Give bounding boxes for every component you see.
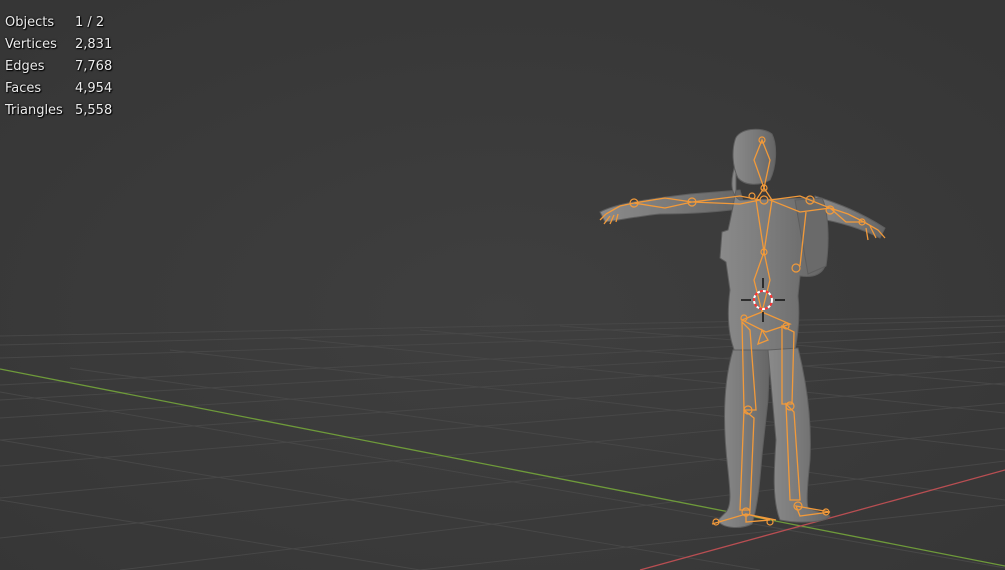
3d-viewport[interactable]: Objects 1 / 2 Vertices 2,831 Edges 7,768…	[0, 0, 1005, 570]
stat-label: Faces	[5, 81, 42, 96]
stat-label: Objects	[5, 15, 55, 30]
stat-value: 1 / 2	[75, 15, 105, 30]
stat-row-edges: Edges 7,768	[5, 56, 112, 78]
stat-row-objects: Objects 1 / 2	[5, 12, 112, 34]
stat-value: 7,768	[75, 59, 113, 74]
stat-row-vertices: Vertices 2,831	[5, 34, 112, 56]
stat-label: Triangles	[5, 103, 63, 118]
stat-row-faces: Faces 4,954	[5, 78, 112, 100]
stat-value: 5,558	[75, 103, 113, 118]
stat-label: Edges	[5, 59, 45, 74]
stat-value: 2,831	[75, 37, 113, 52]
viewport-background	[0, 0, 1005, 570]
stat-label: Vertices	[5, 37, 57, 52]
viewport-scene[interactable]	[0, 0, 1005, 570]
scene-statistics-overlay: Objects 1 / 2 Vertices 2,831 Edges 7,768…	[5, 12, 112, 122]
stat-value: 4,954	[75, 81, 113, 96]
stat-row-triangles: Triangles 5,558	[5, 100, 112, 122]
